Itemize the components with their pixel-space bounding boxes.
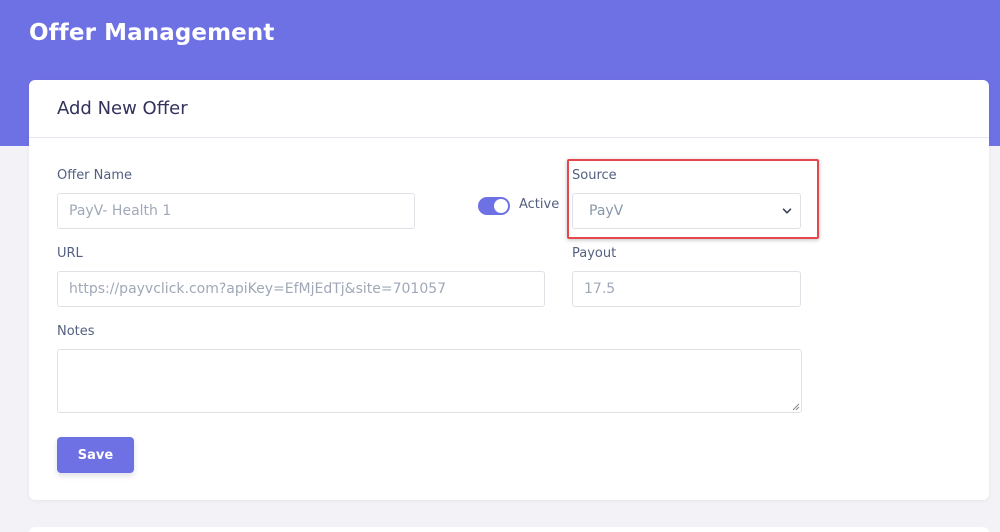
notes-textarea[interactable] [57,349,802,413]
offer-name-input[interactable] [57,193,415,229]
resize-grip-icon[interactable] [792,403,800,411]
payout-label: Payout [572,246,617,261]
page-title: Offer Management [29,20,275,46]
card-title: Add New Offer [57,98,188,119]
card-header: Add New Offer [29,80,989,138]
save-button[interactable]: Save [57,437,134,473]
lower-card [29,527,989,532]
add-offer-card: Add New Offer Offer Name Active Source P… [29,80,989,500]
offer-name-label: Offer Name [57,168,133,183]
url-input[interactable] [57,271,545,307]
active-label: Active [519,197,560,212]
notes-label: Notes [57,324,95,339]
payout-input[interactable] [572,271,801,307]
source-highlight-box [567,159,819,239]
toggle-knob [494,199,508,213]
active-toggle[interactable] [478,197,510,215]
url-label: URL [57,246,83,261]
